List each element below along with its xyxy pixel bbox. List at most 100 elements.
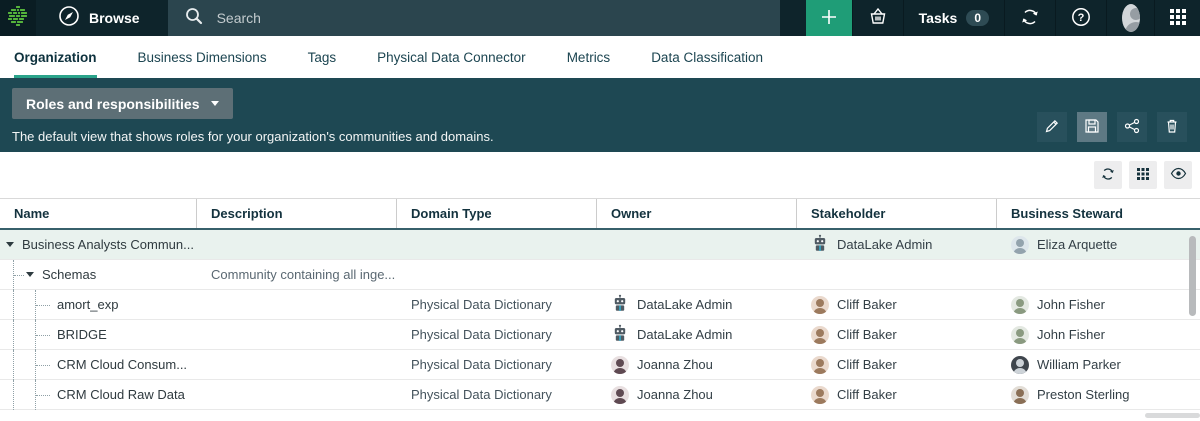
column-header-owner[interactable]: Owner	[597, 199, 797, 228]
tab-organization[interactable]: Organization	[14, 36, 97, 78]
search-icon	[184, 6, 204, 31]
person-chip: Preston Sterling	[1011, 386, 1130, 404]
expand-caret-icon[interactable]	[26, 272, 34, 277]
person-avatar	[611, 386, 629, 404]
cell-stakeholder: DataLake Admin	[797, 230, 997, 259]
avatar-shoulders	[613, 398, 627, 404]
delete-view-button[interactable]	[1157, 112, 1187, 142]
person-chip: Cliff Baker	[811, 296, 897, 314]
person-chip: Eliza Arquette	[1011, 236, 1117, 254]
tab-bar: Organization Business Dimensions Tags Physi…	[0, 36, 1200, 78]
tab-metrics[interactable]: Metrics	[567, 36, 611, 78]
tab-business-dimensions[interactable]: Business Dimensions	[138, 36, 267, 78]
browse-label: Browse	[89, 10, 140, 26]
person-chip: Cliff Baker	[811, 356, 897, 374]
avatar-shoulders	[813, 398, 827, 404]
sync-button[interactable]	[1004, 0, 1055, 36]
avatar-shoulders	[813, 308, 827, 314]
edit-view-button[interactable]	[1037, 112, 1067, 142]
expand-caret-icon[interactable]	[6, 242, 14, 247]
person-name[interactable]: Preston Sterling	[1037, 387, 1130, 402]
view-selector-button[interactable]: Roles and responsibilities	[12, 88, 233, 119]
cell-business-steward: John Fisher	[997, 320, 1200, 349]
avatar-head	[1016, 329, 1024, 337]
person-chip: Cliff Baker	[811, 326, 897, 344]
column-header-business-steward[interactable]: Business Steward	[997, 199, 1200, 228]
create-asset-button[interactable]	[806, 0, 852, 36]
column-header-label: Business Steward	[1011, 206, 1123, 221]
cell-stakeholder: Cliff Baker	[797, 350, 997, 379]
person-name[interactable]: Cliff Baker	[837, 387, 897, 402]
person-name[interactable]: DataLake Admin	[837, 237, 932, 252]
table-row[interactable]: CRM Cloud Raw Data Physical Data Dictiona…	[0, 380, 1200, 410]
person-name[interactable]: John Fisher	[1037, 327, 1105, 342]
app-logo[interactable]	[0, 0, 36, 36]
table-row[interactable]: Business Analysts Commun... DataLake Admi…	[0, 230, 1200, 260]
cell-name: Schemas	[0, 260, 197, 290]
column-header-description[interactable]: Description	[197, 199, 397, 228]
cell-domain-type: Physical Data Dictionary	[397, 380, 597, 410]
person-chip: Cliff Baker	[811, 386, 897, 404]
apps-grid-button[interactable]	[1154, 0, 1200, 36]
data-basket-button[interactable]	[852, 0, 903, 36]
asset-name[interactable]: amort_exp	[57, 290, 118, 320]
person-name[interactable]: Cliff Baker	[837, 357, 897, 372]
apps-grid-icon	[1169, 8, 1187, 29]
avatar-head	[816, 329, 824, 337]
preview-button[interactable]	[1164, 161, 1192, 189]
person-name[interactable]: DataLake Admin	[637, 297, 732, 312]
tab-physical-data-connector[interactable]: Physical Data Connector	[377, 36, 526, 78]
person-name[interactable]: Joanna Zhou	[637, 387, 713, 402]
help-button[interactable]: ?	[1055, 0, 1106, 36]
person-avatar	[811, 356, 829, 374]
eye-icon	[1170, 165, 1187, 185]
table-row[interactable]: CRM Cloud Consum...Physical Data Diction…	[0, 350, 1200, 380]
person-name[interactable]: DataLake Admin	[637, 327, 732, 342]
cell-domain-type: Physical Data Dictionary	[397, 320, 597, 350]
person-name[interactable]: Cliff Baker	[837, 297, 897, 312]
person-name[interactable]: Cliff Baker	[837, 327, 897, 342]
tasks-button[interactable]: Tasks 0	[903, 0, 1004, 36]
refresh-button[interactable]	[1094, 161, 1122, 189]
table-row[interactable]: Schemas Community containing all inge...	[0, 260, 1200, 290]
person-name[interactable]: John Fisher	[1037, 297, 1105, 312]
column-header-label: Owner	[611, 206, 651, 221]
browse-button[interactable]: Browse	[36, 0, 168, 36]
person-avatar	[1011, 236, 1029, 254]
avatar-shoulders	[1013, 398, 1027, 404]
vertical-scrollbar[interactable]	[1189, 236, 1196, 316]
tab-tags[interactable]: Tags	[308, 36, 337, 78]
cell-owner: Joanna Zhou	[597, 350, 797, 379]
column-grid-button[interactable]	[1129, 161, 1157, 189]
search-input[interactable]	[217, 10, 764, 26]
tree-guide-line	[36, 305, 50, 306]
tab-data-classification[interactable]: Data Classification	[651, 36, 763, 78]
user-avatar	[1122, 4, 1140, 32]
table-row[interactable]: BRIDGE Physical Data Dictionary DataLake A…	[0, 320, 1200, 350]
share-view-button[interactable]	[1117, 112, 1147, 142]
asset-name[interactable]: Business Analysts Commun...	[22, 230, 194, 260]
view-actions	[1037, 112, 1187, 142]
tab-label: Data Classification	[651, 50, 763, 65]
asset-name[interactable]: BRIDGE	[57, 320, 107, 350]
save-view-button[interactable]	[1077, 112, 1107, 142]
avatar-shoulders	[613, 368, 627, 374]
horizontal-scrollbar[interactable]	[1145, 413, 1200, 418]
pencil-icon	[1043, 117, 1061, 138]
cell-description: Community containing all inge...	[197, 260, 397, 290]
person-name[interactable]: William Parker	[1037, 357, 1121, 372]
person-name[interactable]: Joanna Zhou	[637, 357, 713, 372]
column-header-name[interactable]: Name	[0, 199, 197, 228]
column-header-stakeholder[interactable]: Stakeholder	[797, 199, 997, 228]
user-menu-button[interactable]	[1106, 0, 1154, 36]
cell-name: BRIDGE	[0, 320, 197, 350]
search-bar[interactable]	[168, 0, 780, 36]
asset-name[interactable]: CRM Cloud Consum...	[57, 350, 187, 380]
column-header-domain-type[interactable]: Domain Type	[397, 199, 597, 228]
asset-name[interactable]: CRM Cloud Raw Data	[57, 380, 185, 410]
person-name[interactable]: Eliza Arquette	[1037, 237, 1117, 252]
share-icon	[1123, 117, 1141, 138]
table-row[interactable]: amort_expPhysical Data DictionaryDataLak…	[0, 290, 1200, 320]
asset-name[interactable]: Schemas	[42, 260, 96, 290]
person-chip: DataLake Admin	[811, 234, 932, 255]
